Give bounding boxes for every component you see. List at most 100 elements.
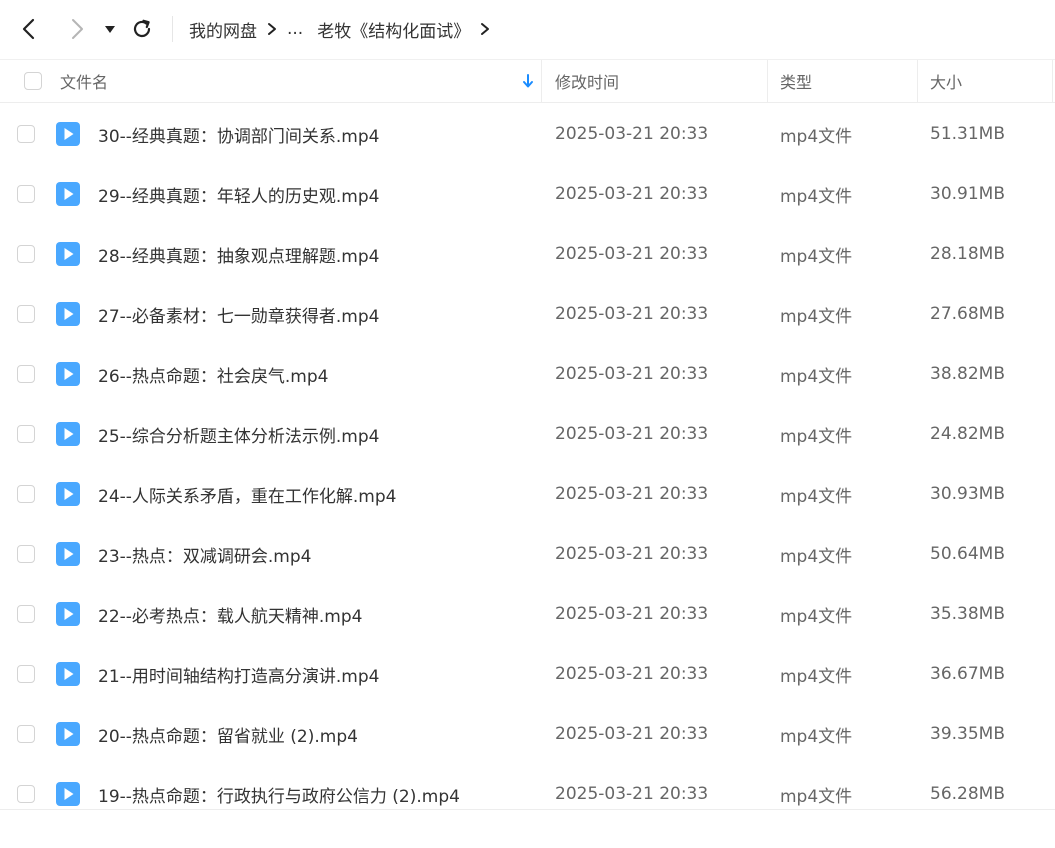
file-size: 27.68MB (930, 304, 1005, 324)
file-size: 38.82MB (930, 364, 1005, 384)
file-row[interactable]: 29--经典真题：年轻人的历史观.mp4 2025-03-21 20:33 mp4文… (0, 164, 1055, 224)
file-name[interactable]: 22--必考热点：载人航天精神.mp4 (98, 584, 362, 644)
file-mtime: 2025-03-21 20:33 (555, 784, 709, 804)
file-row[interactable]: 20--热点命题：留省就业 (2).mp4 2025-03-21 20:33 mp4… (0, 704, 1055, 764)
back-button[interactable] (14, 14, 44, 44)
chevron-right-icon (268, 23, 276, 35)
file-mtime: 2025-03-21 20:33 (555, 664, 709, 684)
row-checkbox[interactable] (17, 425, 35, 443)
file-type: mp4文件 (780, 246, 853, 267)
list-bottom-divider (0, 809, 1055, 810)
file-type: mp4文件 (780, 366, 853, 387)
video-file-icon (56, 302, 80, 326)
column-header-type[interactable]: 类型 (768, 60, 918, 102)
select-all-checkbox[interactable] (24, 72, 42, 90)
top-navigation-bar: 我的网盘 ... 老牧《结构化面试》 (0, 0, 1055, 58)
video-file-icon (56, 542, 80, 566)
file-size: 35.38MB (930, 604, 1005, 624)
column-header-size[interactable]: 大小 (918, 60, 1053, 102)
row-checkbox[interactable] (17, 665, 35, 683)
file-size: 50.64MB (930, 544, 1005, 564)
file-name[interactable]: 30--经典真题：协调部门间关系.mp4 (98, 104, 379, 164)
file-name[interactable]: 21--用时间轴结构打造高分演讲.mp4 (98, 644, 379, 704)
video-file-icon (56, 122, 80, 146)
column-header-mtime[interactable]: 修改时间 (543, 60, 768, 102)
video-file-icon (56, 722, 80, 746)
chevron-right-icon (481, 23, 490, 35)
row-checkbox[interactable] (17, 785, 35, 803)
video-file-icon (56, 482, 80, 506)
file-row[interactable]: 26--热点命题：社会戾气.mp4 2025-03-21 20:33 mp4文件 38… (0, 344, 1055, 404)
file-name[interactable]: 20--热点命题：留省就业 (2).mp4 (98, 704, 358, 764)
forward-button[interactable] (62, 14, 92, 44)
file-row[interactable]: 25--综合分析题主体分析法示例.mp4 2025-03-21 20:33 mp4文… (0, 404, 1055, 464)
file-mtime: 2025-03-21 20:33 (555, 604, 709, 624)
video-file-icon (56, 782, 80, 806)
sort-descending-icon[interactable] (521, 73, 535, 89)
file-size: 56.28MB (930, 784, 1005, 804)
file-size: 36.67MB (930, 664, 1005, 684)
file-name[interactable]: 29--经典真题：年轻人的历史观.mp4 (98, 164, 379, 224)
column-header-name-label: 文件名 (60, 73, 109, 92)
breadcrumb-current-chevron[interactable] (480, 22, 490, 36)
file-size: 28.18MB (930, 244, 1005, 264)
breadcrumb-separator (267, 22, 277, 36)
row-checkbox[interactable] (17, 245, 35, 263)
file-mtime: 2025-03-21 20:33 (555, 124, 709, 144)
file-mtime: 2025-03-21 20:33 (555, 544, 709, 564)
chevron-right-icon (72, 19, 83, 39)
file-name[interactable]: 28--经典真题：抽象观点理解题.mp4 (98, 224, 379, 284)
file-type: mp4文件 (780, 126, 853, 147)
file-name[interactable]: 27--必备素材：七一勋章获得者.mp4 (98, 284, 379, 344)
video-file-icon (56, 182, 80, 206)
nav-divider (172, 16, 173, 42)
row-checkbox[interactable] (17, 305, 35, 323)
file-name[interactable]: 25--综合分析题主体分析法示例.mp4 (98, 404, 379, 464)
file-list: 30--经典真题：协调部门间关系.mp4 2025-03-21 20:33 mp4文… (0, 104, 1055, 824)
file-name[interactable]: 24--人际关系矛盾，重在工作化解.mp4 (98, 464, 396, 524)
history-dropdown-button[interactable] (98, 14, 122, 44)
file-row[interactable]: 19--热点命题：行政执行与政府公信力 (2).mp4 2025-03-21 20… (0, 764, 1055, 824)
breadcrumb-ellipsis[interactable]: ... (287, 19, 303, 39)
file-type: mp4文件 (780, 546, 853, 567)
file-row[interactable]: 28--经典真题：抽象观点理解题.mp4 2025-03-21 20:33 mp4文… (0, 224, 1055, 284)
refresh-button[interactable] (127, 14, 157, 44)
file-type: mp4文件 (780, 306, 853, 327)
row-checkbox[interactable] (17, 605, 35, 623)
file-type: mp4文件 (780, 486, 853, 507)
file-name[interactable]: 23--热点：双减调研会.mp4 (98, 524, 311, 584)
file-size: 30.93MB (930, 484, 1005, 504)
video-file-icon (56, 422, 80, 446)
row-checkbox[interactable] (17, 365, 35, 383)
file-row[interactable]: 21--用时间轴结构打造高分演讲.mp4 2025-03-21 20:33 mp4文… (0, 644, 1055, 704)
file-name[interactable]: 19--热点命题：行政执行与政府公信力 (2).mp4 (98, 764, 460, 824)
file-row[interactable]: 23--热点：双减调研会.mp4 2025-03-21 20:33 mp4文件 50.… (0, 524, 1055, 584)
column-header-name[interactable]: 文件名 (60, 60, 542, 102)
row-checkbox[interactable] (17, 485, 35, 503)
video-file-icon (56, 242, 80, 266)
file-mtime: 2025-03-21 20:33 (555, 484, 709, 504)
row-checkbox[interactable] (17, 725, 35, 743)
file-size: 24.82MB (930, 424, 1005, 444)
file-name[interactable]: 26--热点命题：社会戾气.mp4 (98, 344, 328, 404)
file-type: mp4文件 (780, 666, 853, 687)
breadcrumb-current[interactable]: 老牧《结构化面试》 (317, 17, 470, 42)
file-row[interactable]: 24--人际关系矛盾，重在工作化解.mp4 2025-03-21 20:33 mp4… (0, 464, 1055, 524)
row-checkbox[interactable] (17, 125, 35, 143)
file-row[interactable]: 22--必考热点：载人航天精神.mp4 2025-03-21 20:33 mp4文件… (0, 584, 1055, 644)
row-checkbox[interactable] (17, 545, 35, 563)
breadcrumb: 我的网盘 ... 老牧《结构化面试》 (189, 16, 500, 42)
file-mtime: 2025-03-21 20:33 (555, 304, 709, 324)
file-row[interactable]: 27--必备素材：七一勋章获得者.mp4 2025-03-21 20:33 mp4文… (0, 284, 1055, 344)
video-file-icon (56, 662, 80, 686)
caret-down-icon (105, 26, 115, 33)
file-mtime: 2025-03-21 20:33 (555, 424, 709, 444)
file-type: mp4文件 (780, 726, 853, 747)
file-size: 39.35MB (930, 724, 1005, 744)
file-size: 51.31MB (930, 124, 1005, 144)
refresh-icon (133, 19, 151, 38)
row-checkbox[interactable] (17, 185, 35, 203)
file-row[interactable]: 30--经典真题：协调部门间关系.mp4 2025-03-21 20:33 mp4文… (0, 104, 1055, 164)
chevron-left-icon (22, 18, 35, 40)
breadcrumb-root[interactable]: 我的网盘 (189, 17, 257, 42)
